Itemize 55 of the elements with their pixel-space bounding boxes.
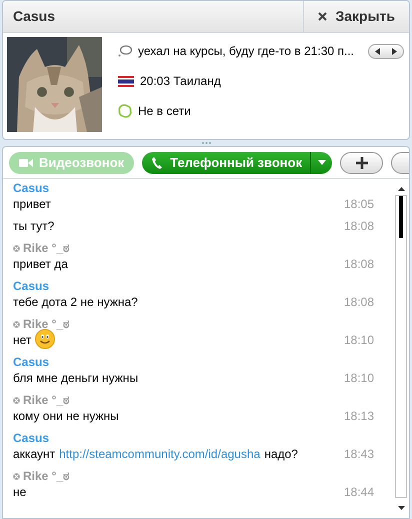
message-time: 18:08 xyxy=(344,218,374,235)
message-text: кому они не нужны xyxy=(13,408,119,425)
message-time: 18:05 xyxy=(344,196,374,213)
message-time: 18:08 xyxy=(344,294,374,311)
caret-icon xyxy=(318,160,326,165)
message-text: ты тут? xyxy=(13,218,54,235)
message-time: 18:44 xyxy=(344,484,374,501)
contact-name: Casus xyxy=(12,7,56,26)
link[interactable]: http://steamcommunity.com/id/agusha xyxy=(59,445,260,463)
sender-name: Casus xyxy=(13,278,50,295)
navigation-arrows[interactable] xyxy=(368,44,404,58)
speech-bubble-icon xyxy=(118,45,132,57)
message-time: 18:10 xyxy=(344,332,374,349)
message-status-icon xyxy=(13,396,20,404)
close-button[interactable]: Закрыть xyxy=(303,1,409,32)
message-time: 18:43 xyxy=(344,446,374,463)
sender-name: Rike °_ಠ xyxy=(23,316,70,333)
scroll-down-icon xyxy=(398,506,404,510)
right-arrow-icon xyxy=(392,48,397,54)
add-button[interactable] xyxy=(340,152,384,174)
message-text: привет xyxy=(13,196,51,213)
message-text: нет xyxy=(13,332,32,349)
message-status-icon xyxy=(13,472,20,480)
plus-icon xyxy=(356,156,368,168)
message-text: тебе дота 2 не нужна? xyxy=(13,294,138,311)
camera-icon xyxy=(19,158,33,168)
scroll-up-icon xyxy=(398,187,404,191)
message-text: надо? xyxy=(264,446,298,463)
status-icon xyxy=(118,104,132,118)
message-status-icon xyxy=(13,244,20,252)
message-time: 18:13 xyxy=(344,408,374,425)
message-text: не xyxy=(13,484,26,501)
local-time: 20:03 Таиланд xyxy=(140,73,221,90)
mood-message: уехал на курсы, буду где-то в 21:30 п... xyxy=(138,43,354,60)
message-status-icon xyxy=(13,320,20,328)
sender-name: Casus xyxy=(13,430,50,447)
sender-name: Rike °_ಠ xyxy=(23,468,70,485)
left-arrow-icon xyxy=(375,48,380,54)
message-text: аккаунт xyxy=(13,446,56,463)
phone-call-button[interactable]: Телефонный звонок xyxy=(142,152,332,174)
message-time: 18:08 xyxy=(344,256,374,273)
close-icon xyxy=(318,12,328,21)
resize-handle-icon[interactable] xyxy=(202,142,210,144)
sender-name: Rike °_ಠ xyxy=(23,240,70,257)
phone-icon xyxy=(152,156,162,168)
flag-icon xyxy=(118,76,134,86)
sender-name: Rike °_ಠ xyxy=(23,392,70,409)
message-time: 18:10 xyxy=(344,370,374,387)
smiley-icon xyxy=(35,328,56,348)
message-text: привет да xyxy=(13,256,68,273)
status-text: Не в сети xyxy=(138,103,191,120)
scroll-thumb[interactable] xyxy=(399,196,403,238)
sender-name: Casus xyxy=(13,354,50,371)
sender-name: Casus xyxy=(13,180,50,197)
message-text: бля мне деньги нужны xyxy=(13,370,138,387)
